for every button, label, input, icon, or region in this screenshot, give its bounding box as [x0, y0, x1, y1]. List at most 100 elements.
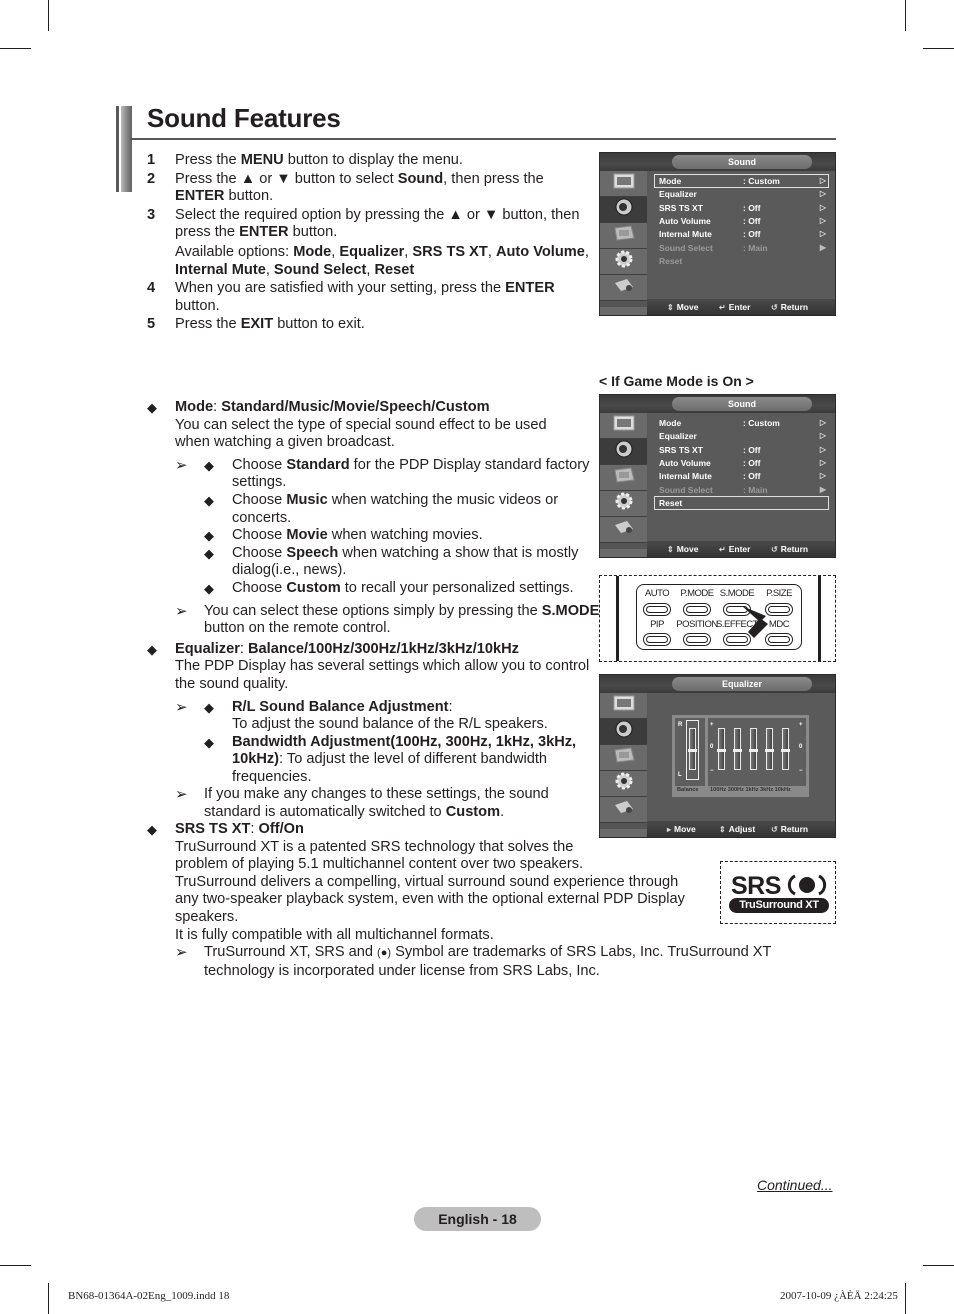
mode-option: ◆ Choose Movie when watching movies. [204, 527, 483, 544]
note-equalizer-items: ➢ ◆ R/L Sound Balance Adjustment: To adjus… [175, 699, 607, 787]
osd-item-value: : Off [743, 215, 761, 226]
osd-menu-item[interactable]: Equalizer ▷ [655, 188, 828, 200]
remote-button-pip[interactable] [643, 633, 671, 646]
step-text: Press the ▲ or ▼ button to select Sound,… [175, 170, 544, 205]
return-hint-icon: ↺ [771, 825, 778, 834]
mode-option: ◆ Choose Music when watching the music vi… [204, 491, 559, 526]
enter-hint-icon: ↵ [719, 303, 726, 312]
osd-menu-title: Sound [672, 155, 812, 169]
note-arrow-icon: ➢ [175, 602, 188, 620]
chevron-right-icon: ▷ [819, 444, 826, 454]
osd-footer: ⇕ Move ↵ Enter ↺ Return [647, 299, 835, 315]
osd-item-value: : Off [743, 229, 761, 240]
osd-sidebar-item[interactable] [600, 171, 647, 197]
srs-description-line: TruSurround delivers a compelling, virtu… [175, 873, 679, 890]
osd-menu-item[interactable]: Internal Mute: Off ▷ [655, 470, 828, 482]
remote-button-auto[interactable] [643, 603, 671, 616]
osd-sidebar-item[interactable] [600, 693, 647, 719]
crop-mark [48, 1283, 49, 1314]
band-scale-label: 0 [799, 744, 803, 750]
slider-knob[interactable] [717, 749, 726, 752]
osd-sidebar-item[interactable] [600, 465, 647, 491]
osd-item-label: Auto Volume [659, 457, 711, 468]
remote-control-illustration: AUTO P.MODE S.MODE P.SIZE PIP POSITION S.EFFEC… [599, 575, 836, 662]
osd-sidebar-item[interactable] [600, 413, 647, 439]
srs-tagline: TruSurround XT [729, 898, 829, 913]
mode-option: ◆ Choose Custom to recall your personaliz… [204, 579, 574, 596]
band-scale-label: 0 [710, 744, 714, 750]
osd-item-label: SRS TS XT [659, 202, 703, 213]
band-slider[interactable] [749, 728, 758, 770]
slider-knob[interactable] [733, 749, 742, 752]
chevron-right-icon: ▷ [819, 418, 826, 427]
osd-item-label: Reset [659, 255, 683, 266]
osd-sidebar-item[interactable] [600, 745, 647, 771]
band-scale-label: + [799, 722, 803, 728]
equalizer-panel: R L + +0 0− − Balance 100Hz 300Hz 1kHz 3kHz 10k… [672, 715, 809, 797]
diamond-bullet-icon: ◆ [204, 580, 214, 596]
available-options: Available options: Mode, Equalizer, SRS … [175, 243, 589, 278]
osd-footer-hint: ⇕ Move [667, 544, 699, 554]
srs-description-line: speakers. [175, 908, 239, 925]
band-slider[interactable] [733, 728, 742, 770]
osd-sidebar-item[interactable] [600, 249, 647, 275]
osd-sidebar-item[interactable] [600, 223, 647, 249]
band-slider[interactable] [765, 728, 774, 770]
diamond-bullet-icon: ◆ [147, 400, 157, 415]
osd-footer: ⇕ Move ↵ Enter ↺ Return [647, 541, 835, 557]
osd-menu-item[interactable]: Equalizer ▷ [655, 430, 828, 442]
osd-menu-item[interactable]: Internal Mute: Off ▷ [655, 228, 828, 240]
osd-footer: ▸ Move ⇕ Adjust ↺ Return [647, 821, 835, 837]
band-scale-label: + [710, 722, 714, 728]
chevron-right-icon: ▷ [819, 431, 826, 441]
remote-button-label: S.MODE [719, 588, 755, 599]
osd-sidebar-item[interactable] [600, 197, 647, 223]
osd-menu-item[interactable]: Auto Volume: Off ▷ [655, 457, 828, 469]
osd-menu-item: Sound Select: Main ▶ [655, 242, 828, 254]
feature-description: You can select the type of special sound… [175, 416, 547, 451]
osd-footer-hint: ↵ Enter [719, 544, 751, 554]
slider-knob[interactable] [688, 749, 697, 752]
note-arrow-icon: ➢ [175, 698, 188, 716]
osd-sidebar-item[interactable] [600, 517, 647, 543]
osd-menu-item[interactable]: Reset [654, 495, 829, 510]
step-number: 1 [147, 152, 156, 168]
sound-icon [615, 198, 633, 221]
chevron-right-icon: ▶ [819, 484, 826, 494]
slider-knob[interactable] [765, 749, 774, 752]
step-item: 5 Press the EXIT button to exit. [147, 316, 597, 334]
osd-menu-item[interactable]: Mode: Custom ▷ [655, 417, 828, 429]
srs-description-line: problem of playing 5.1 multichannel cont… [175, 856, 584, 873]
remote-button-pmode[interactable] [683, 603, 711, 616]
osd-content: Mode: Custom ▷ Equalizer ▷ SRS TS XT: Off ▷ Au… [647, 413, 835, 545]
osd-item-label: Mode [659, 176, 682, 186]
osd-menu-item[interactable]: SRS TS XT: Off ▷ [655, 444, 828, 456]
osd-sidebar [600, 693, 647, 829]
diamond-bullet-icon: ◆ [204, 528, 214, 544]
diamond-bullet-icon: ◆ [204, 457, 214, 473]
osd-sidebar-item[interactable] [600, 439, 647, 465]
osd-item-label: Auto Volume [659, 215, 711, 226]
osd-sidebar-item[interactable] [600, 275, 647, 301]
osd-sidebar-item[interactable] [600, 771, 647, 797]
osd-menu-item[interactable]: SRS TS XT: Off ▷ [655, 202, 828, 214]
osd-footer-hint: ⇕ Adjust [719, 824, 756, 834]
balance-slider[interactable] [688, 728, 697, 770]
osd-menu-item[interactable]: Auto Volume: Off ▷ [655, 215, 828, 227]
remote-button-position[interactable] [683, 633, 711, 646]
osd-menu-item[interactable]: Mode: Custom ▷ [654, 174, 829, 188]
osd-sidebar [600, 413, 647, 549]
band-slider[interactable] [781, 728, 790, 770]
osd-sidebar-item[interactable] [600, 797, 647, 823]
osd-sidebar-item[interactable] [600, 719, 647, 745]
osd-footer-hint: ▸ Move [667, 824, 696, 834]
continued-label: Continued... [757, 1177, 833, 1193]
band-group: + +0 0 − − [708, 718, 806, 786]
step-number: 3 [147, 206, 156, 223]
adjust-hint-icon: ⇕ [719, 825, 726, 834]
slider-knob[interactable] [749, 749, 758, 752]
osd-sidebar-item[interactable] [600, 491, 647, 517]
band-slider[interactable] [717, 728, 726, 770]
chevron-right-icon: ▷ [819, 471, 826, 481]
slider-knob[interactable] [781, 749, 790, 752]
